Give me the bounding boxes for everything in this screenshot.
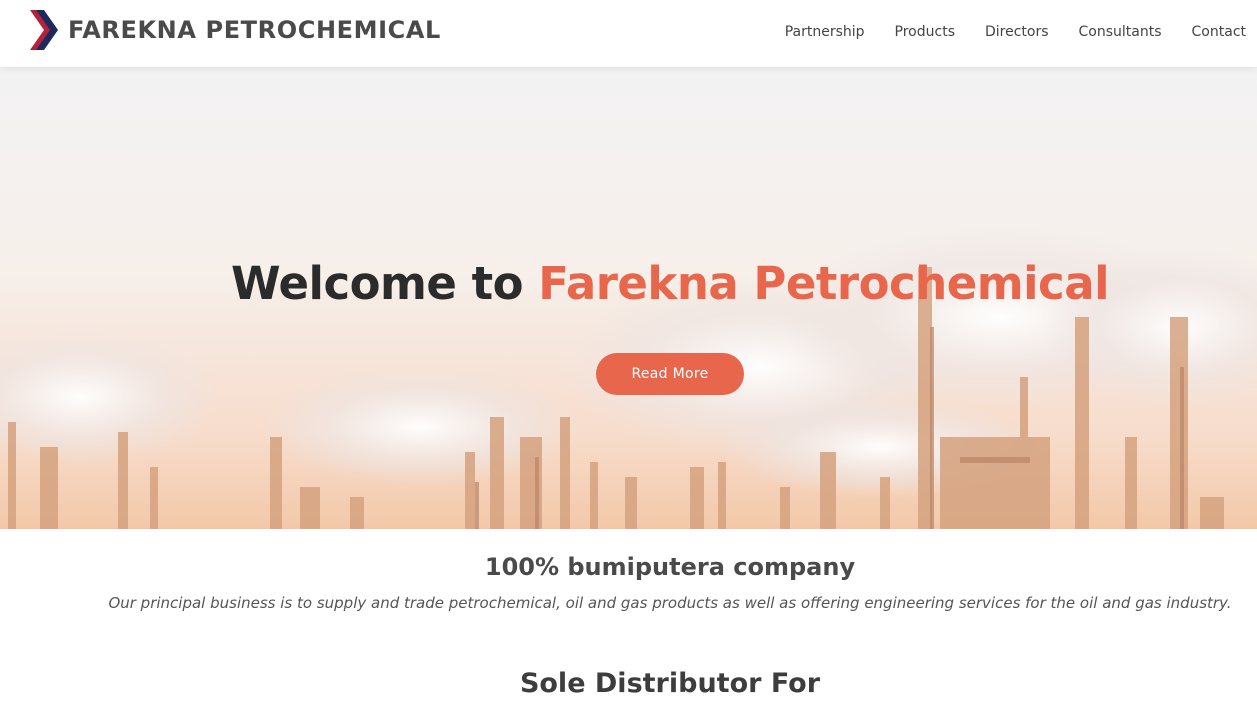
distributor-heading: Sole Distributor For <box>519 668 821 699</box>
logo-chevron-icon <box>30 10 58 50</box>
nav-item-products[interactable]: Products <box>895 22 955 42</box>
brand-name: FAREKNA PETROCHEMICAL <box>68 16 441 44</box>
site-logo[interactable]: FAREKNA PETROCHEMICAL <box>30 10 441 50</box>
nav-item-consultants[interactable]: Consultants <box>1079 22 1162 42</box>
nav-item-directors[interactable]: Directors <box>985 22 1049 42</box>
hero-heading-accent: Farekna Petrochemical <box>538 257 1110 310</box>
nav-item-contact[interactable]: Contact <box>1192 22 1246 42</box>
main-nav: Partnership Products Directors Consultan… <box>755 22 1246 42</box>
intro-description: Our principal business is to supply and … <box>108 594 1232 612</box>
hero-heading: Welcome to Farekna Petrochemical <box>0 257 1257 310</box>
hero-heading-prefix: Welcome to <box>230 257 524 310</box>
nav-item-partnership[interactable]: Partnership <box>785 22 865 42</box>
hero-banner: Welcome to Farekna Petrochemical Read Mo… <box>0 67 1257 529</box>
intro-heading: 100% bumiputera company <box>484 553 856 581</box>
read-more-button[interactable]: Read More <box>596 353 744 395</box>
site-header: FAREKNA PETROCHEMICAL Partnership Produc… <box>0 0 1257 67</box>
